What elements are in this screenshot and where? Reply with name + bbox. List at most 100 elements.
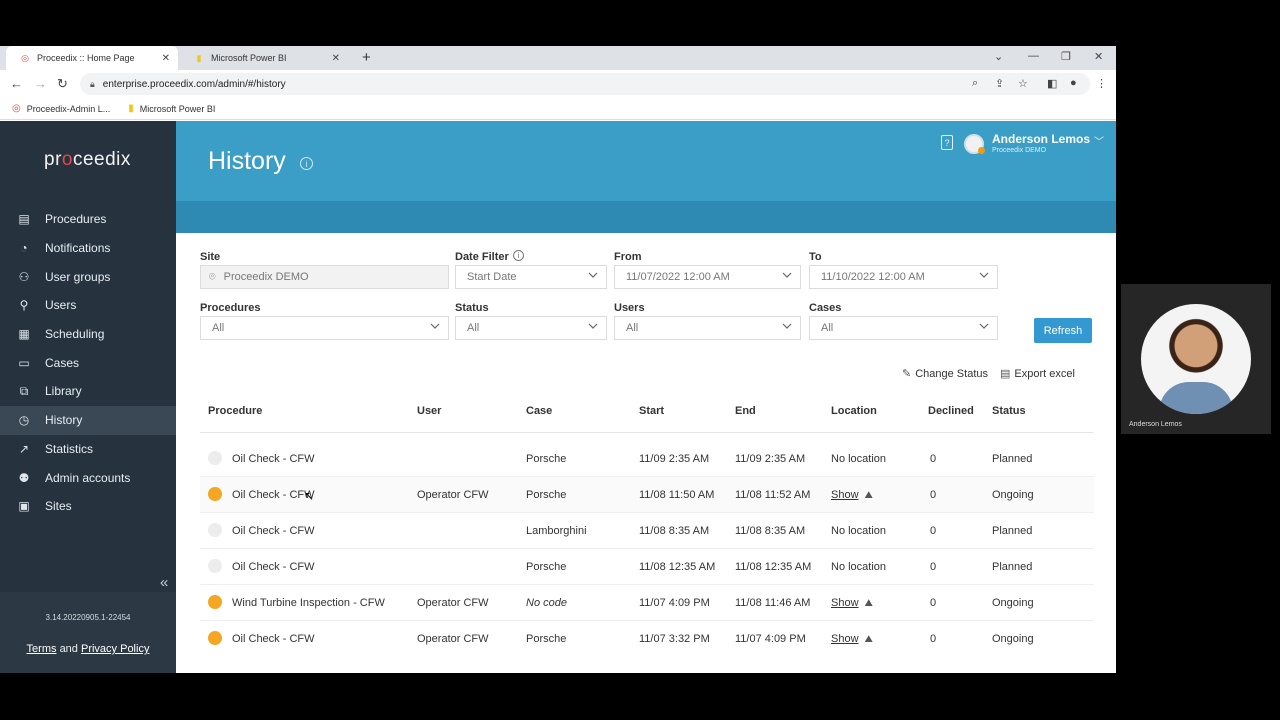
map-icon[interactable]: ⛰ (865, 598, 873, 609)
show-location-link[interactable]: Show (831, 633, 859, 645)
share-icon[interactable]: ⇪ (995, 77, 1004, 90)
sidebar-item-notifications[interactable]: ◔ Notifications (0, 234, 176, 263)
procedures-select[interactable]: All (200, 316, 449, 340)
terms-link[interactable]: Terms (27, 643, 57, 655)
user-name[interactable]: Anderson Lemos (992, 132, 1090, 146)
start-cell: 11/08 12:35 AM (639, 561, 716, 573)
chevron-down-icon (782, 323, 792, 329)
chevron-down-icon[interactable]: ﹀ (1094, 133, 1104, 148)
tab-powerbi[interactable]: ▮ Microsoft Power BI ✕ (180, 46, 348, 70)
site-field[interactable]: ⌾ Proceedix DEMO (200, 265, 449, 289)
powerbi-favicon-icon: ▮ (128, 103, 134, 114)
tab-strip: ◎ Proceedix :: Home Page ✕ ▮ Microsoft P… (0, 46, 1116, 70)
to-date-select[interactable]: 11/10/2022 12:00 AM (809, 265, 998, 289)
procedure-cell: Oil Check - CFW (232, 633, 315, 645)
sidebar-item-statistics[interactable]: ↗ Statistics (0, 435, 176, 464)
export-excel-label: Export excel (1014, 367, 1075, 380)
restore-button[interactable]: ❐ (1061, 50, 1071, 63)
change-status-button[interactable]: ✎ Change Status (902, 367, 988, 381)
avatar[interactable] (964, 134, 985, 154)
sidebar-item-scheduling[interactable]: ▦ Scheduling (0, 320, 176, 349)
profile-icon[interactable]: ● (1070, 77, 1077, 89)
sidebar-item-history[interactable]: ◷ History (0, 405, 176, 435)
column-header-location[interactable]: Location (831, 405, 877, 417)
column-header-declined[interactable]: Declined (928, 405, 974, 417)
export-excel-button[interactable]: ▤ Export excel (1000, 367, 1075, 381)
reload-icon[interactable]: ↻ (57, 76, 68, 92)
library-icon: ⧉ (19, 383, 29, 398)
close-tab-icon[interactable]: ✕ (162, 53, 170, 64)
user-icon: ⚲ (19, 298, 29, 313)
tab-proceedix[interactable]: ◎ Proceedix :: Home Page ✕ (6, 46, 178, 70)
map-icon[interactable]: ⛰ (865, 490, 873, 501)
cases-select[interactable]: All (809, 316, 998, 340)
minimize-button[interactable]: — (1028, 50, 1039, 62)
refresh-button[interactable]: Refresh (1034, 318, 1092, 343)
table-row[interactable]: Wind Turbine Inspection - CFW Operator C… (200, 585, 1094, 621)
column-header-start[interactable]: Start (639, 405, 664, 417)
end-cell: 11/08 8:35 AM (735, 525, 806, 537)
status-select[interactable]: All (455, 316, 607, 340)
forward-icon[interactable]: → (34, 76, 47, 91)
date-filter-select[interactable]: Start Date (455, 265, 607, 289)
from-label: From (614, 251, 642, 263)
map-icon[interactable]: ⛰ (865, 634, 873, 645)
sidebar-nav: ▤ Procedures ◔ Notifications ⚇ User groups … (0, 205, 176, 521)
status-indicator (208, 487, 222, 501)
location-pin-icon: ⌾ (209, 270, 216, 283)
case-cell: Porsche (526, 561, 567, 573)
sidebar-item-library[interactable]: ⧉ Library (0, 377, 176, 406)
location-cell: Show ⛰ (831, 597, 873, 609)
show-location-link[interactable]: Show (831, 597, 859, 609)
column-header-status[interactable]: Status (992, 405, 1026, 417)
sidebar-item-cases[interactable]: ▭ Cases (0, 348, 176, 377)
declined-cell: 0 (930, 597, 937, 609)
browser-toolbar: ← → ↻ 🔒︎ enterprise.proceedix.com/admin/… (0, 70, 1116, 98)
sidebar-item-users[interactable]: ⚲ Users (0, 291, 176, 320)
side-panel-icon[interactable]: ◧ (1047, 77, 1057, 90)
table-row[interactable]: Oil Check - CFW Operator CFW Porsche 11/… (200, 621, 1094, 657)
info-icon[interactable]: i (513, 250, 524, 261)
column-header-end[interactable]: End (735, 405, 756, 417)
table-row[interactable]: Oil Check - CFW Porsche 11/08 12:35 AM 1… (200, 549, 1094, 585)
tab-search-icon[interactable]: ⌄ (994, 50, 1003, 63)
column-header-procedure[interactable]: Procedure (208, 405, 262, 417)
sidebar-item-label: Cases (45, 355, 80, 370)
show-location-link[interactable]: Show (831, 489, 859, 501)
address-bar[interactable]: 🔒︎ enterprise.proceedix.com/admin/#/hist… (80, 73, 1090, 95)
pencil-icon: ✎ (902, 368, 912, 380)
procedure-cell: Oil Check - CFW (232, 525, 315, 537)
sidebar-item-admin-accounts[interactable]: ⚉ Admin accounts (0, 463, 176, 492)
privacy-policy-link[interactable]: Privacy Policy (81, 643, 149, 655)
table-row[interactable]: Oil Check - CFW Operator CFW Porsche 11/… (200, 477, 1094, 513)
case-cell: Porsche (526, 633, 567, 645)
column-header-case[interactable]: Case (526, 405, 552, 417)
change-status-label: Change Status (915, 367, 988, 380)
info-icon[interactable]: i (300, 157, 313, 170)
location-cell: Show ⛰ (831, 633, 873, 645)
bookmark-star-icon[interactable]: ☆ (1018, 77, 1028, 90)
menu-icon[interactable]: ⋮ (1096, 77, 1107, 90)
bookmark-proceedix[interactable]: ◎ Proceedix-Admin L... (12, 103, 110, 114)
table-row[interactable]: Oil Check - CFW Lamborghini 11/08 8:35 A… (200, 513, 1094, 549)
help-icon[interactable]: ? (941, 135, 953, 150)
sidebar-item-procedures[interactable]: ▤ Procedures (0, 205, 176, 234)
column-header-user[interactable]: User (417, 405, 441, 417)
from-date-select[interactable]: 11/07/2022 12:00 AM (614, 265, 801, 289)
table-row[interactable]: Oil Check - CFW Porsche 11/09 2:35 AM 11… (200, 441, 1094, 477)
close-tab-icon[interactable]: ✕ (332, 53, 340, 64)
collapse-sidebar-icon[interactable]: « (160, 574, 168, 591)
bookmark-powerbi[interactable]: ▮ Microsoft Power BI (128, 103, 215, 114)
new-tab-button[interactable]: + (362, 49, 371, 66)
back-icon[interactable]: ← (10, 76, 23, 91)
users-select[interactable]: All (614, 316, 801, 340)
zoom-icon[interactable]: ⌕ (972, 77, 978, 90)
status-cell: Planned (992, 453, 1033, 465)
webcam-name: Anderson Lemos (1129, 421, 1182, 428)
location-cell: No location (831, 561, 887, 573)
history-icon: ◷ (18, 413, 30, 428)
sidebar-item-user-groups[interactable]: ⚇ User groups (0, 262, 176, 291)
proceedix-logo[interactable]: proceedix (44, 149, 131, 171)
sidebar-item-sites[interactable]: ▣ Sites (0, 492, 176, 521)
close-window-button[interactable]: ✕ (1094, 50, 1103, 63)
